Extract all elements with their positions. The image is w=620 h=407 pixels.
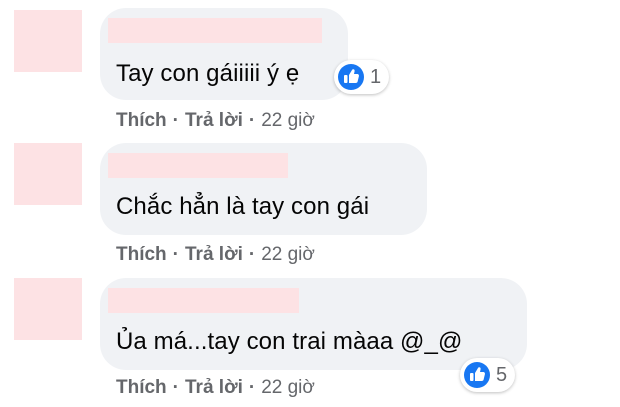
- like-thumbs-up-icon: [338, 64, 364, 90]
- comment-bubble: Chắc hẳn là tay con gái: [100, 143, 427, 235]
- reply-link[interactable]: Trả lời: [185, 377, 243, 398]
- separator-dot: ·: [248, 244, 256, 265]
- avatar[interactable]: [14, 10, 82, 72]
- comment-actions: Thích · Trả lời · 22 giờ: [116, 244, 315, 266]
- redacted-author-name[interactable]: [108, 18, 322, 43]
- separator-dot: ·: [172, 244, 179, 265]
- like-thumbs-up-icon: [464, 362, 490, 388]
- reaction-summary[interactable]: 5: [460, 358, 516, 392]
- reaction-count: 1: [370, 65, 382, 88]
- separator-dot: ·: [172, 110, 179, 131]
- like-link[interactable]: Thích: [116, 377, 167, 398]
- comment-bubble: Tay con gáiiiii ý ẹ: [100, 8, 348, 100]
- comment-text: Tay con gáiiiii ý ẹ: [116, 60, 300, 87]
- comment-timestamp[interactable]: 22 giờ: [261, 377, 315, 398]
- redacted-author-name[interactable]: [108, 288, 299, 313]
- comment-actions: Thích · Trả lời · 22 giờ: [116, 377, 315, 399]
- avatar[interactable]: [14, 278, 82, 340]
- comment-bubble: Ủa má...tay con trai màaa @_@: [100, 278, 527, 370]
- separator-dot: ·: [248, 110, 256, 131]
- like-link[interactable]: Thích: [116, 110, 167, 131]
- reply-link[interactable]: Trả lời: [185, 244, 243, 265]
- like-link[interactable]: Thích: [116, 244, 167, 265]
- avatar[interactable]: [14, 143, 82, 205]
- reply-link[interactable]: Trả lời: [185, 110, 243, 131]
- reaction-summary[interactable]: 1: [334, 60, 390, 94]
- comment-timestamp[interactable]: 22 giờ: [261, 110, 315, 131]
- comment-timestamp[interactable]: 22 giờ: [261, 244, 315, 265]
- redacted-author-name[interactable]: [108, 153, 288, 178]
- reaction-count: 5: [496, 363, 508, 386]
- separator-dot: ·: [248, 377, 256, 398]
- comment-text: Ủa má...tay con trai màaa @_@: [116, 328, 463, 355]
- comment-text: Chắc hẳn là tay con gái: [116, 193, 370, 220]
- comment-actions: Thích · Trả lời · 22 giờ: [116, 110, 315, 132]
- separator-dot: ·: [172, 377, 179, 398]
